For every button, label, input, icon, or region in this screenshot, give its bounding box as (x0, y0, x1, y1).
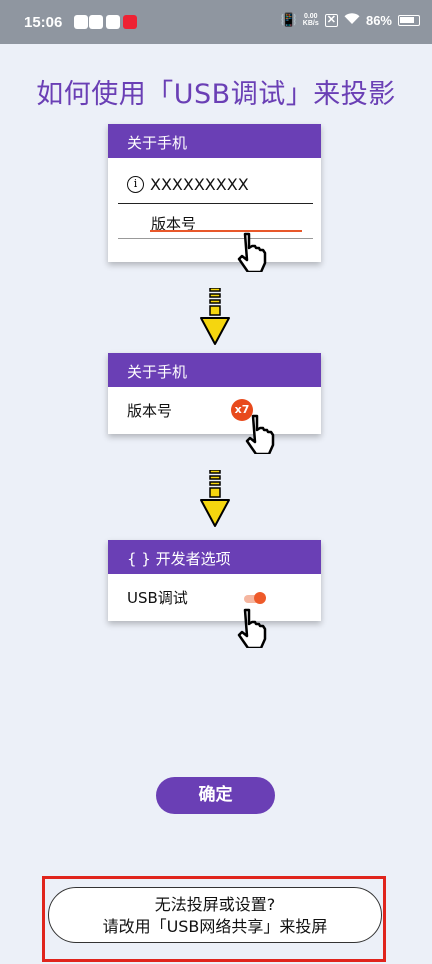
fallback-line2: 请改用「USB网络共享」来投屏 (102, 917, 328, 936)
down-arrow-icon (200, 288, 230, 345)
divider (118, 203, 313, 204)
notification-news-icon (123, 15, 137, 29)
battery-percent: 86% (365, 12, 392, 28)
build-number-highlight (150, 230, 302, 232)
battery-icon (398, 14, 420, 26)
step1-card-header: 关于手机 (108, 124, 321, 158)
info-icon: i (127, 176, 144, 193)
tap-hand-icon (245, 414, 275, 454)
step3-developer-options-card: { } 开发者选项 USB调试 (108, 540, 321, 621)
wifi-icon (344, 12, 360, 28)
vibrate-icon: 📳 (280, 12, 297, 27)
divider (118, 238, 313, 239)
step3-card-header: { } 开发者选项 (108, 540, 321, 574)
tap-hand-icon (237, 232, 267, 272)
notification-app-icon (74, 15, 88, 29)
step1-about-phone-card: 关于手机 i XXXXXXXXX 版本号 (108, 124, 321, 262)
step2-card-header: 关于手机 (108, 353, 321, 387)
tap-hand-icon (237, 608, 267, 648)
page-title: 如何使用「USB调试」来投影 (36, 79, 396, 110)
step1-device-name: XXXXXXXXX (150, 175, 249, 194)
network-speed: 0.00 KB/s (302, 13, 319, 27)
fallback-line1: 无法投屏或设置? (154, 895, 276, 914)
step2-about-phone-card: 关于手机 版本号 (108, 353, 321, 434)
confirm-button[interactable]: 确定 (156, 777, 275, 814)
toggle-knob (254, 592, 266, 604)
status-bar: 15:06 📳 0.00 KB/s ✕ 86% (0, 0, 432, 44)
step3-usb-debugging: USB调试 (127, 589, 188, 607)
down-arrow-icon (200, 470, 230, 527)
usb-tethering-fallback-button[interactable]: 无法投屏或设置? 请改用「USB网络共享」来投屏 (48, 887, 382, 943)
notification-mail-icon (89, 15, 103, 29)
sim-disabled-icon: ✕ (324, 13, 338, 27)
step2-build-number: 版本号 (127, 402, 173, 420)
status-time: 15:06 (24, 14, 63, 31)
notification-link-icon (106, 15, 120, 29)
